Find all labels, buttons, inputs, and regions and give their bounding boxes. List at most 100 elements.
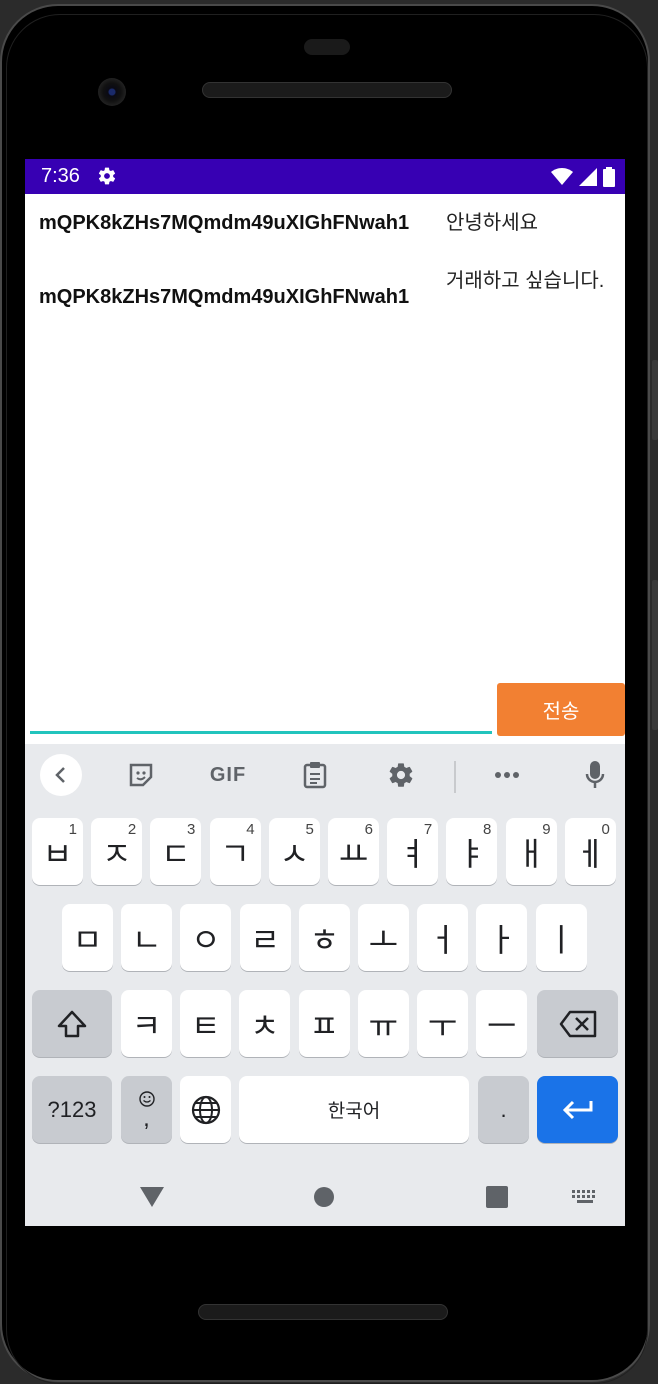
key[interactable]: ㅠ bbox=[357, 990, 409, 1057]
key[interactable]: ㅋ bbox=[121, 990, 172, 1057]
key-label: ㅌ bbox=[190, 1006, 221, 1045]
keyboard-switch-icon[interactable] bbox=[572, 1190, 598, 1204]
battery-icon bbox=[603, 167, 615, 187]
key-label: ㅓ bbox=[427, 920, 458, 959]
key[interactable]: ㄷ3 bbox=[150, 818, 202, 885]
key[interactable]: ㄴ bbox=[121, 904, 173, 971]
message-sender: mQPK8kZHs7MQmdm49uXIGhFNwah1 bbox=[39, 212, 410, 234]
key[interactable]: ㅇ bbox=[180, 904, 232, 971]
key[interactable]: ㅓ bbox=[417, 904, 469, 971]
key-number-hint: 4 bbox=[246, 821, 255, 838]
earpiece-notch bbox=[304, 39, 350, 55]
key-label: ㅋ bbox=[131, 1006, 162, 1045]
key[interactable]: ㅏ bbox=[476, 904, 528, 971]
status-time: 7:36 bbox=[41, 165, 80, 187]
more-dots-icon bbox=[495, 772, 519, 778]
key[interactable]: ㅗ bbox=[358, 904, 409, 971]
backspace-icon bbox=[559, 1010, 596, 1037]
key-label: ㅡ bbox=[486, 1006, 517, 1045]
toolbar-divider bbox=[454, 761, 456, 793]
status-icons bbox=[551, 167, 615, 187]
key-number-hint: 7 bbox=[423, 821, 433, 838]
key[interactable]: ㅂ1 bbox=[32, 818, 83, 885]
key[interactable]: ㅜ bbox=[417, 990, 468, 1057]
key-label: ㅗ bbox=[368, 920, 399, 959]
settings-gear-icon bbox=[98, 167, 116, 185]
enter-key[interactable] bbox=[537, 1076, 618, 1143]
key[interactable]: ㅎ bbox=[298, 904, 350, 971]
gif-button[interactable]: GIF bbox=[205, 756, 251, 794]
recents-square-icon[interactable] bbox=[486, 1186, 508, 1208]
key[interactable]: ㅐ9 bbox=[505, 818, 557, 885]
power-button[interactable] bbox=[652, 580, 658, 730]
clipboard-button[interactable] bbox=[297, 756, 333, 794]
keyboard: GIF ?123 , 한국어 . ㅂ 1 ㅈ 2 ㄷ 3 ㄱ 4 ㅅ 5 ㅛ 6… bbox=[25, 744, 625, 1226]
back-triangle-icon[interactable] bbox=[139, 1186, 165, 1208]
enter-arrow-icon bbox=[562, 1100, 592, 1119]
shift-arrow-icon bbox=[57, 1010, 87, 1037]
globe-icon bbox=[191, 1095, 220, 1124]
key[interactable]: ㅡ bbox=[476, 990, 528, 1057]
period-key[interactable]: . bbox=[478, 1076, 529, 1143]
message-text: 거래하고 싶습니다. bbox=[446, 270, 605, 292]
key-label: ㅍ bbox=[309, 1006, 339, 1045]
language-key[interactable] bbox=[180, 1076, 231, 1143]
key[interactable]: ㅛ6 bbox=[328, 818, 379, 885]
key-number-hint: 9 bbox=[542, 821, 551, 838]
bottom-speaker-grille bbox=[198, 1304, 448, 1320]
voice-input-button[interactable] bbox=[577, 756, 613, 794]
collapse-toolbar-button[interactable] bbox=[40, 754, 82, 796]
status-bar: 7:36 bbox=[25, 159, 625, 194]
clipboard-icon bbox=[303, 762, 327, 789]
key-number-hint: 0 bbox=[601, 821, 610, 838]
wifi-icon bbox=[551, 168, 573, 185]
microphone-icon bbox=[585, 761, 605, 788]
key-label: ㅇ bbox=[191, 920, 221, 959]
volume-button[interactable] bbox=[652, 360, 658, 440]
key[interactable]: ㄱ4 bbox=[209, 818, 261, 885]
shift-key[interactable] bbox=[32, 990, 112, 1057]
key-number-hint: 5 bbox=[305, 821, 314, 838]
send-button[interactable]: 전송 bbox=[497, 683, 625, 736]
key-number-hint: 2 bbox=[127, 821, 137, 838]
key-label: ㄹ bbox=[250, 920, 280, 959]
home-circle-icon[interactable] bbox=[313, 1186, 335, 1208]
key-number-hint: 8 bbox=[483, 821, 492, 838]
key[interactable]: ㅕ7 bbox=[387, 818, 439, 885]
key-label: ㅠ bbox=[368, 1006, 399, 1045]
key[interactable]: ㅍ bbox=[298, 990, 350, 1057]
key[interactable]: ㅣ bbox=[535, 904, 587, 971]
more-options-button[interactable] bbox=[489, 756, 525, 794]
sticker-icon bbox=[129, 763, 153, 787]
key[interactable]: ㅈ2 bbox=[91, 818, 143, 885]
key[interactable]: ㅑ8 bbox=[446, 818, 498, 885]
key-number-hint: 3 bbox=[187, 821, 196, 838]
message-text: 안녕하세요 bbox=[446, 212, 538, 234]
cell-signal-icon bbox=[579, 168, 597, 186]
key[interactable]: ㅔ0 bbox=[564, 818, 616, 885]
key[interactable]: ㄹ bbox=[239, 904, 291, 971]
front-camera bbox=[98, 78, 126, 106]
key[interactable]: ㅊ bbox=[239, 990, 291, 1057]
message-sender: mQPK8kZHs7MQmdm49uXIGhFNwah1 bbox=[39, 286, 410, 308]
key[interactable]: ㅌ bbox=[180, 990, 232, 1057]
key-label: ㅜ bbox=[427, 1006, 458, 1045]
message-input[interactable] bbox=[30, 694, 496, 732]
key-label: ㅏ bbox=[487, 920, 517, 959]
key-number-hint: 6 bbox=[364, 821, 373, 838]
key-number-hint: 1 bbox=[68, 821, 77, 838]
space-key[interactable]: 한국어 bbox=[239, 1076, 469, 1143]
key-label: ㅊ bbox=[250, 1006, 280, 1045]
keyboard-settings-button[interactable] bbox=[383, 756, 419, 794]
emoji-comma-key[interactable]: , bbox=[121, 1076, 172, 1143]
top-speaker-grille bbox=[202, 82, 452, 98]
backspace-key[interactable] bbox=[537, 990, 618, 1057]
symbols-key[interactable]: ?123 bbox=[32, 1076, 112, 1143]
key-label: ㄴ bbox=[131, 920, 162, 959]
sticker-button[interactable] bbox=[123, 756, 159, 794]
chevron-left-icon bbox=[55, 767, 65, 783]
gear-icon bbox=[389, 763, 413, 787]
message-input-underline bbox=[30, 731, 492, 734]
key[interactable]: ㅁ bbox=[62, 904, 113, 971]
key[interactable]: ㅅ5 bbox=[268, 818, 320, 885]
